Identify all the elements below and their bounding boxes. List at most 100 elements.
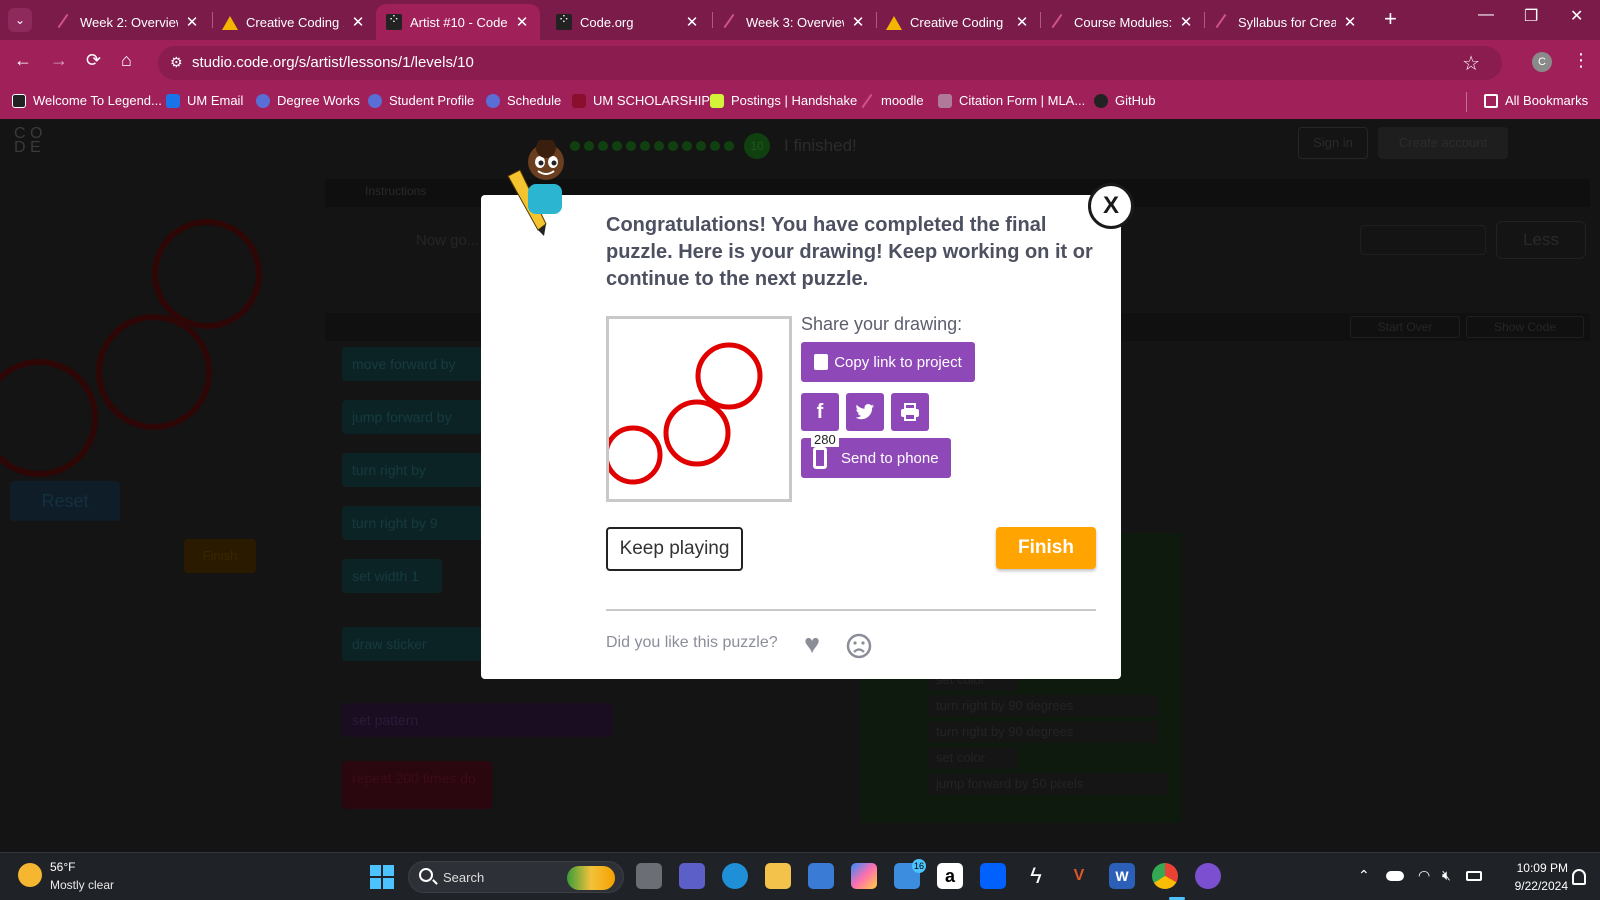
create-account-button[interactable]: Create account	[1378, 127, 1508, 159]
minimize-icon[interactable]: —	[1478, 6, 1494, 24]
tab-code-org[interactable]: Code.org ✕	[546, 4, 710, 40]
toolbox-block[interactable]: turn right by 9	[342, 506, 482, 540]
bookmark-moodle[interactable]: moodle	[860, 93, 924, 108]
github-desktop-icon[interactable]	[1195, 863, 1221, 889]
toolbox-block[interactable]: set width 1	[342, 559, 442, 593]
bookmark-um-scholarship[interactable]: UM SCHOLARSHIP	[572, 93, 710, 108]
amazon-icon[interactable]: a	[937, 863, 963, 889]
chrome-icon[interactable]	[1152, 863, 1178, 889]
less-button[interactable]: Less	[1496, 221, 1586, 259]
frown-icon[interactable]	[846, 633, 872, 659]
window-close-icon[interactable]: ✕	[1570, 6, 1583, 26]
edge-icon[interactable]	[722, 863, 748, 889]
toolbox-block[interactable]: draw sticker	[342, 627, 482, 661]
forward-icon[interactable]: →	[50, 50, 68, 71]
close-icon[interactable]: ✕	[514, 13, 530, 31]
finish-small-button[interactable]: Finish	[184, 539, 256, 573]
tab-week3-overview[interactable]: Week 3: Overview ✕	[712, 4, 876, 40]
copy-link-button[interactable]: Copy link to project	[801, 342, 975, 382]
bookmark-um-email[interactable]: UM Email	[166, 93, 243, 108]
toolbox-block[interactable]: set pattern	[342, 703, 612, 737]
tab-creative-coding-1b[interactable]: Creative Coding 1 ✕	[876, 4, 1040, 40]
facebook-share-button[interactable]: f	[801, 393, 839, 431]
bookmark-citation-form[interactable]: Citation Form | MLA...	[938, 93, 1085, 108]
volume-muted-icon[interactable]: 🔇︎	[1442, 867, 1451, 884]
sign-in-button[interactable]: Sign in	[1298, 127, 1368, 159]
taskbar-search-input[interactable]: Search	[408, 861, 624, 893]
tab-week2-overview[interactable]: Week 2: Overview ✕	[46, 4, 210, 40]
bookmark-schedule[interactable]: Schedule	[486, 93, 561, 108]
weather-temperature[interactable]: 56°F	[50, 860, 75, 874]
toolbox-block[interactable]: repeat 200 times do	[342, 761, 492, 809]
home-icon[interactable]: ⌂	[121, 50, 132, 71]
workspace-block[interactable]: set color	[928, 747, 1018, 769]
show-code-button[interactable]: Show Code	[1466, 316, 1584, 338]
bookmark-legend[interactable]: Welcome To Legend...	[12, 93, 162, 108]
bookmark-star-icon[interactable]: ☆	[1462, 51, 1480, 76]
start-over-button[interactable]: Start Over	[1350, 316, 1460, 338]
reload-icon[interactable]: ⟳	[86, 50, 101, 71]
battery-icon[interactable]	[1466, 871, 1482, 881]
heart-icon[interactable]: ♥	[804, 631, 820, 658]
more-menu-icon[interactable]: ⋮	[1572, 50, 1590, 71]
dropbox-icon[interactable]	[980, 863, 1006, 889]
workspace-block[interactable]: turn right by 90 degrees	[928, 721, 1158, 743]
finish-button[interactable]: Finish	[996, 527, 1096, 569]
tab-search-button[interactable]: ⌄	[8, 8, 32, 32]
url-input[interactable]: ⚙ studio.code.org/s/artist/lessons/1/lev…	[158, 46, 1502, 80]
site-info-icon[interactable]: ⚙	[170, 54, 183, 71]
citation-icon	[938, 93, 952, 108]
windows-start-icon[interactable]	[370, 865, 394, 889]
back-icon[interactable]: ←	[14, 50, 32, 71]
lightning-icon[interactable]: ϟ	[1023, 863, 1049, 889]
current-level-badge[interactable]: 10	[744, 133, 770, 159]
file-explorer-icon[interactable]	[765, 863, 791, 889]
copilot-icon[interactable]	[851, 863, 877, 889]
word-icon[interactable]: W	[1109, 863, 1135, 889]
twitter-share-button[interactable]	[846, 393, 884, 431]
finished-link[interactable]: I finished!	[784, 136, 857, 156]
clock-time[interactable]: 10:09 PM	[1502, 861, 1568, 875]
chevron-up-icon[interactable]: ⌃	[1358, 867, 1370, 884]
valorant-icon[interactable]: V	[1066, 863, 1092, 889]
bookmark-handshake[interactable]: Postings | Handshake	[710, 93, 857, 108]
close-icon[interactable]: ✕	[1342, 13, 1358, 31]
wifi-icon[interactable]: ◠	[1418, 867, 1430, 884]
reset-button[interactable]: Reset	[10, 481, 120, 521]
close-icon[interactable]: ✕	[184, 13, 200, 31]
close-icon[interactable]: ✕	[850, 13, 866, 31]
print-button[interactable]	[891, 393, 929, 431]
all-bookmarks-button[interactable]: All Bookmarks	[1484, 93, 1588, 108]
toolbox-block[interactable]: jump forward by	[342, 400, 482, 434]
code-org-logo[interactable]: C OD E	[14, 126, 58, 171]
notification-bell-icon[interactable]	[1572, 869, 1586, 885]
bookmark-student-profile[interactable]: Student Profile	[368, 93, 474, 108]
store-icon[interactable]	[808, 863, 834, 889]
toolbox-block[interactable]: turn right by	[342, 453, 482, 487]
audio-controls[interactable]	[1360, 225, 1486, 255]
keep-playing-button[interactable]: Keep playing	[606, 527, 743, 571]
clock-date[interactable]: 9/22/2024	[1502, 879, 1568, 893]
workspace-block[interactable]: turn right by 90 degrees	[928, 695, 1158, 717]
tab-artist-10[interactable]: Artist #10 - Code.o ✕	[376, 4, 540, 40]
onedrive-icon[interactable]	[1386, 871, 1404, 881]
bookmark-github[interactable]: GitHub	[1094, 93, 1155, 108]
tab-creative-coding-1[interactable]: Creative Coding 1 ✕	[212, 4, 376, 40]
teams-icon[interactable]	[679, 863, 705, 889]
bookmark-degree-works[interactable]: Degree Works	[256, 93, 360, 108]
close-icon[interactable]: ✕	[684, 13, 700, 31]
tab-course-modules[interactable]: Course Modules: C ✕	[1040, 4, 1204, 40]
workspace-block[interactable]: jump forward by 50 pixels	[928, 773, 1168, 795]
profile-avatar[interactable]: C	[1532, 52, 1552, 72]
close-icon[interactable]: ✕	[1178, 13, 1194, 31]
new-tab-button[interactable]: +	[1384, 8, 1397, 30]
close-icon[interactable]: ✕	[1014, 13, 1030, 31]
toolbox-block[interactable]: move forward by	[342, 347, 482, 381]
moon-weather-icon[interactable]	[18, 863, 42, 887]
tab-syllabus[interactable]: Syllabus for Creati ✕	[1204, 4, 1368, 40]
weather-description[interactable]: Mostly clear	[50, 878, 114, 892]
restore-icon[interactable]: ❐	[1524, 6, 1538, 26]
instructions-tab[interactable]: Instructions	[365, 184, 426, 198]
close-icon[interactable]: ✕	[350, 13, 366, 31]
task-view-icon[interactable]	[636, 863, 662, 889]
